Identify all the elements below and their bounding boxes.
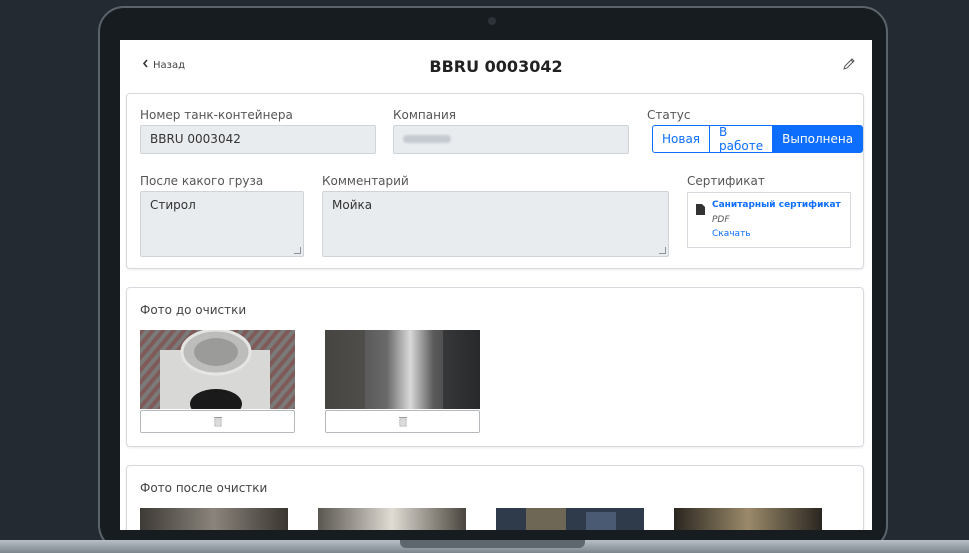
company-label: Компания (393, 108, 456, 122)
after-photo-1[interactable] (140, 508, 288, 530)
comment-label: Комментарий (322, 174, 409, 188)
certificate-download-link[interactable]: Скачать (712, 229, 751, 239)
container-number-value: BBRU 0003042 (150, 132, 241, 146)
trash-icon (213, 412, 223, 431)
certificate-name-link[interactable]: Санитарный сертификат (712, 200, 841, 210)
before-photo-2[interactable] (325, 330, 480, 409)
company-value-redacted (403, 135, 451, 143)
photos-after-title: Фото после очистки (140, 481, 268, 495)
before-photo-1[interactable] (140, 330, 295, 409)
container-number-field[interactable]: BBRU 0003042 (140, 125, 376, 154)
status-button-group: Новая В работе Выполнена (652, 125, 864, 153)
app-screen: Назад BBRU 0003042 Номер танк-контейнера… (120, 40, 872, 530)
comment-value: Мойка (332, 198, 373, 212)
delete-photo-button[interactable] (325, 410, 480, 433)
company-field[interactable] (393, 125, 629, 154)
comment-textarea[interactable]: Мойка (322, 191, 669, 257)
certificate-box: Санитарный сертификат PDF Скачать (687, 192, 851, 248)
laptop-base-notch (400, 540, 585, 548)
photos-before-title: Фото до очистки (140, 303, 247, 317)
document-icon (696, 200, 705, 219)
camera-dot (488, 17, 496, 25)
after-photo-3[interactable] (496, 508, 644, 530)
trash-icon (398, 412, 408, 431)
cargo-value: Стирол (150, 198, 196, 212)
page-title: BBRU 0003042 (429, 57, 563, 76)
status-in-progress-button[interactable]: В работе (709, 125, 774, 153)
after-photo-2[interactable] (318, 508, 466, 530)
resize-grip-icon[interactable] (294, 247, 301, 254)
status-new-button[interactable]: Новая (652, 125, 711, 153)
photos-after-card: Фото после очистки (126, 465, 864, 530)
certificate-type: PDF (712, 215, 730, 225)
delete-photo-button[interactable] (140, 410, 295, 433)
after-photo-4[interactable] (674, 508, 822, 530)
status-done-button[interactable]: Выполнена (772, 125, 864, 153)
cargo-textarea[interactable]: Стирол (140, 191, 304, 257)
photos-before-card: Фото до очистки (126, 287, 864, 447)
resize-grip-icon[interactable] (659, 247, 666, 254)
pencil-icon[interactable] (842, 56, 856, 75)
certificate-label: Сертификат (687, 174, 765, 188)
status-label: Статус (647, 108, 691, 122)
cargo-label: После какого груза (140, 174, 264, 188)
container-number-label: Номер танк-контейнера (140, 108, 293, 122)
details-card: Номер танк-контейнера BBRU 0003042 Компа… (126, 93, 864, 269)
